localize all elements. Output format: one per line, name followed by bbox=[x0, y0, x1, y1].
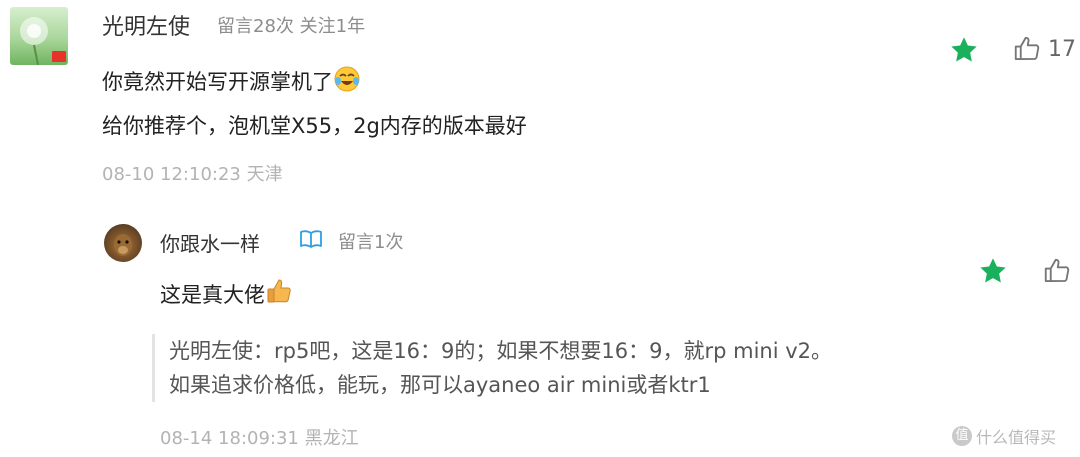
comment-content: 你竟然开始写开源掌机了 给你推荐个，泡机堂X55，2g内存的版本最好 bbox=[102, 62, 527, 146]
avatar[interactable] bbox=[10, 7, 68, 65]
quoted-comment: 光明左使：rp5吧，这是16：9的；如果不想要16：9，就rp mini v2。… bbox=[152, 334, 832, 402]
dog-avatar-image bbox=[114, 234, 132, 256]
comment-author-meta: 留言28次 关注1年 bbox=[217, 16, 366, 37]
comment-line: 给你推荐个，泡机堂X55，2g内存的版本最好 bbox=[102, 114, 527, 138]
star-icon[interactable] bbox=[977, 255, 1009, 287]
region-flag-icon bbox=[52, 51, 66, 62]
comment-timestamp: 08-10 12:10:23 天津 bbox=[102, 164, 283, 185]
thumbs-up-icon[interactable] bbox=[1012, 34, 1042, 64]
avatar[interactable] bbox=[104, 224, 142, 262]
site-watermark: 值 什么值得买 bbox=[952, 424, 1056, 448]
reply-timestamp: 08-14 18:09:31 黑龙江 bbox=[160, 428, 359, 449]
site-logo-icon: 值 bbox=[952, 426, 972, 446]
laugh-cry-emoji-icon bbox=[333, 65, 361, 106]
reply-author[interactable]: 你跟水一样 bbox=[160, 228, 260, 257]
comment-author[interactable]: 光明左使 bbox=[102, 9, 190, 41]
reply-content: 这是真大佬 bbox=[160, 276, 295, 311]
quote-line: 如果追求价格低，能玩，那可以ayaneo air mini或者ktr1 bbox=[169, 373, 711, 397]
thumbs-up-icon[interactable] bbox=[1042, 256, 1072, 286]
quote-line: 光明左使：rp5吧，这是16：9的；如果不想要16：9，就rp mini v2。 bbox=[169, 339, 833, 363]
like-count: 17 bbox=[1048, 37, 1076, 62]
star-icon[interactable] bbox=[948, 34, 980, 66]
comment-line: 你竟然开始写开源掌机了 bbox=[102, 62, 527, 106]
verified-book-icon bbox=[299, 228, 323, 250]
watermark-text: 什么值得买 bbox=[976, 428, 1057, 447]
reply-author-meta: 留言1次 bbox=[338, 232, 404, 253]
thumbs-up-emoji-icon bbox=[265, 276, 295, 311]
